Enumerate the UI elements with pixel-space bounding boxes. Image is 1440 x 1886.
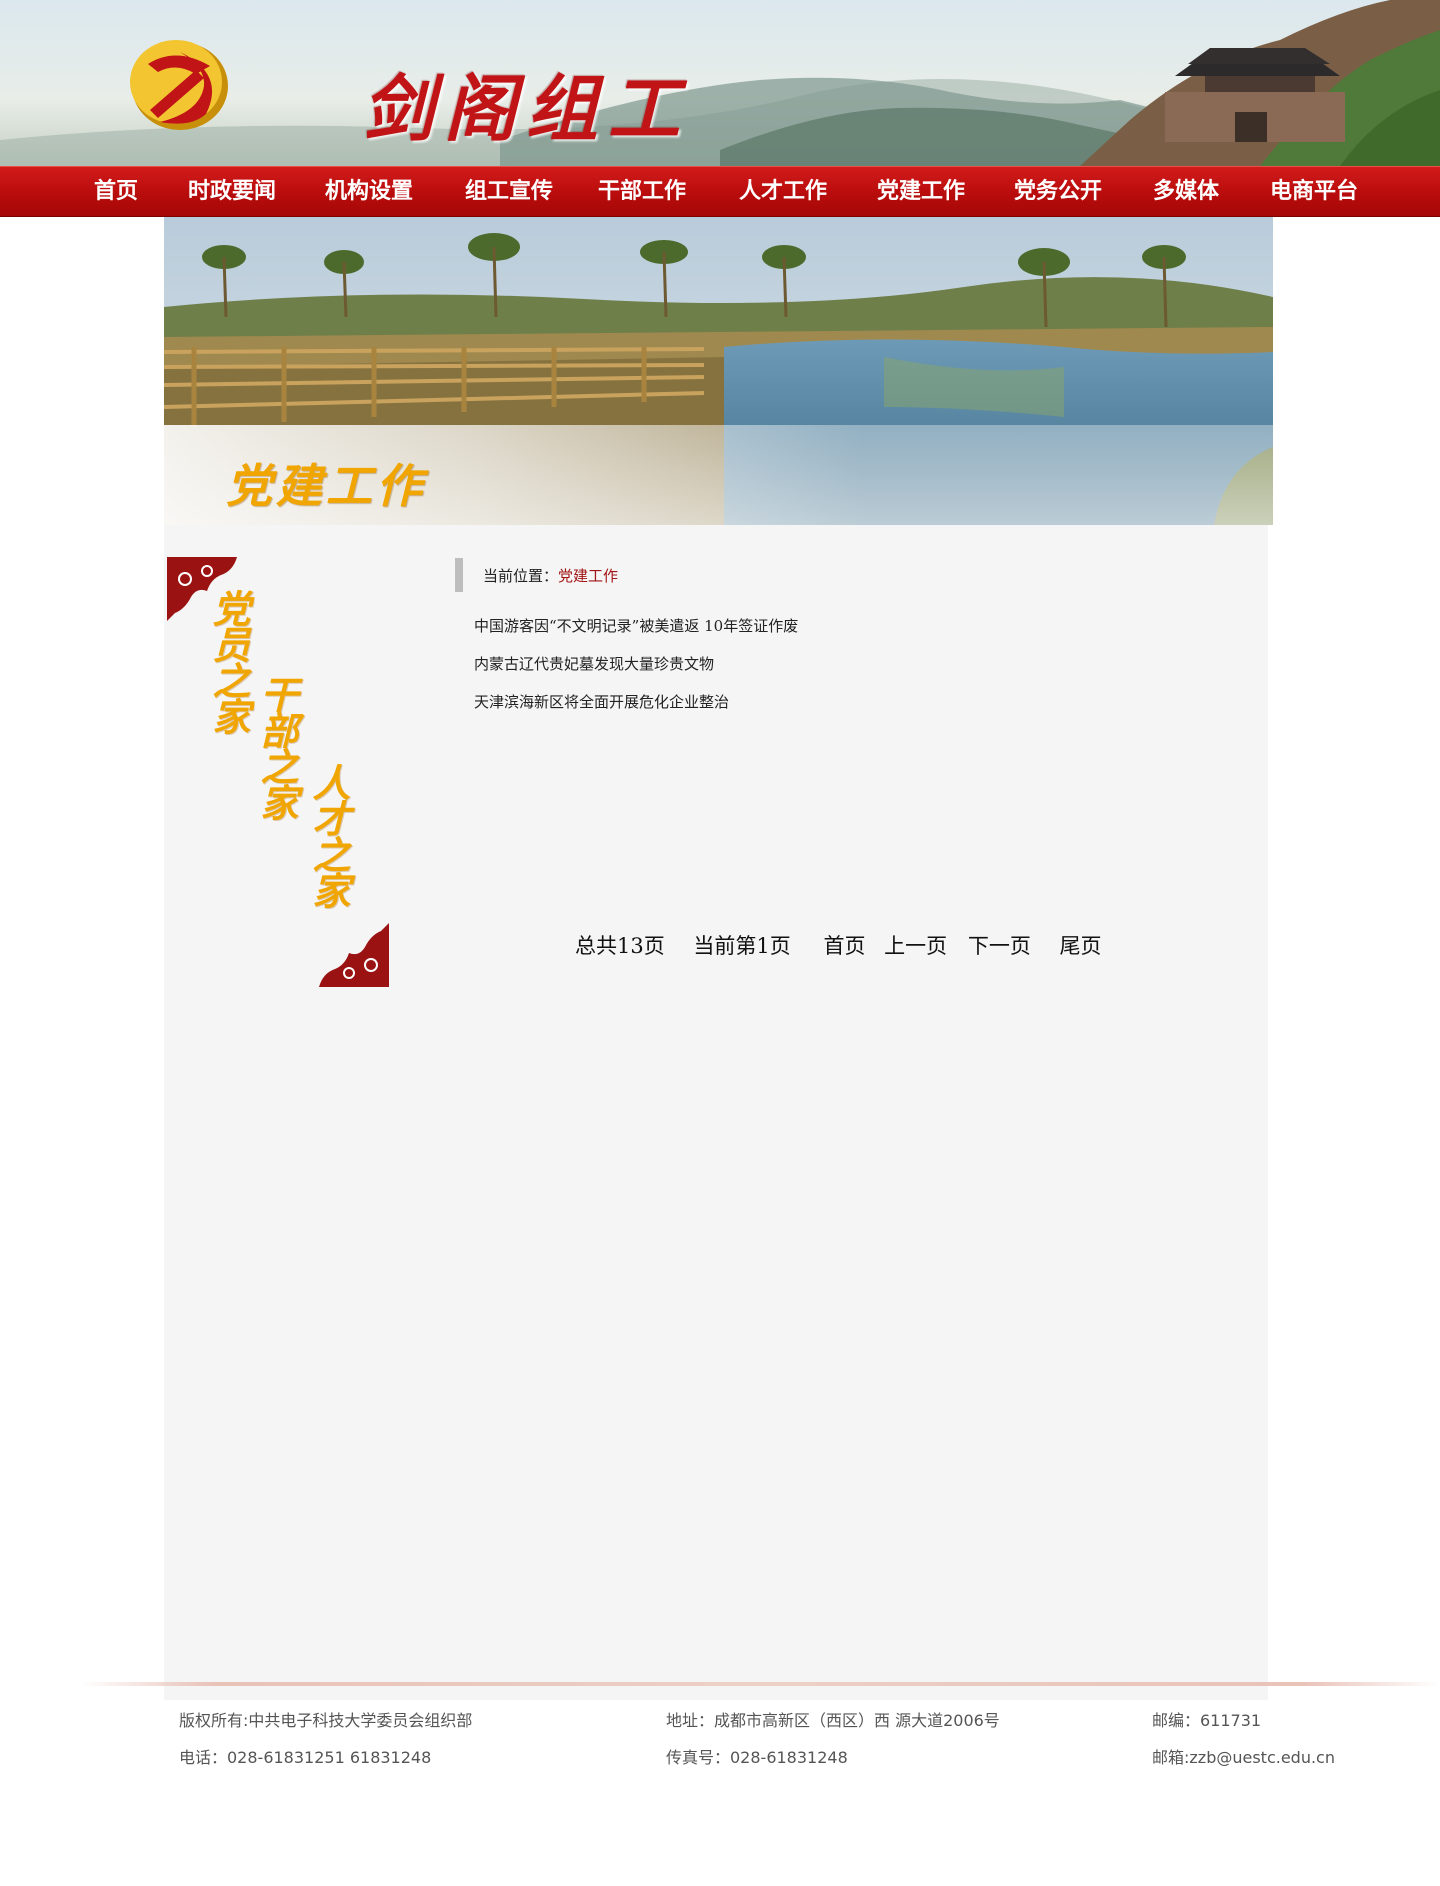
news-list-item[interactable]: 中国游客因“不文明记录”被美遣返 10年签证作废 (474, 607, 798, 645)
pagination: 总共13页 当前第1页 首页 上一页 下一页 尾页 (575, 930, 1102, 960)
pagination-current: 当前第1页 (693, 934, 791, 958)
pagination-prev-link[interactable]: 上一页 (884, 930, 947, 960)
footer-email[interactable]: 邮箱:zzb@uestc.edu.cn (1152, 1744, 1335, 1768)
site-title: 剑阁组工 (362, 66, 691, 151)
footer-copyright: 版权所有:中共电子科技大学委员会组织部 (179, 1711, 473, 1730)
footer-postcode: 邮编：611731 (1152, 1711, 1262, 1730)
nav-item-cadre-work[interactable]: 干部工作 (598, 177, 686, 207)
news-list-item[interactable]: 天津滨海新区将全面开展危化企业整治 (474, 683, 798, 721)
pagination-last-link[interactable]: 尾页 (1060, 930, 1102, 960)
footer-fax: 传真号：028-61831248 (666, 1748, 848, 1767)
footer-phone: 电话：028-61831251 61831248 (179, 1748, 432, 1767)
breadcrumb-current[interactable]: 党建工作 (558, 565, 618, 586)
pagination-first-link[interactable]: 首页 (823, 930, 865, 960)
main-content: 党员之家 干部之家 人才之家 当前位置： 党建工作 中国游客因“不文明记录”被美… (164, 525, 1268, 1700)
sidebar-phrase-cadres: 干部之家 (254, 675, 299, 819)
nav-item-publicity[interactable]: 组工宣传 (465, 177, 553, 207)
news-list-item[interactable]: 内蒙古辽代贵妃墓发现大量珍贵文物 (474, 645, 798, 683)
pagination-next-link[interactable]: 下一页 (968, 930, 1031, 960)
footer-address: 地址：成都市高新区（西区）西 源大道2006号 (666, 1711, 1000, 1730)
breadcrumb-marker (455, 558, 463, 592)
nav-item-party-building[interactable]: 党建工作 (877, 177, 965, 207)
breadcrumb: 当前位置： 党建工作 (455, 558, 618, 592)
nav-item-party-affairs[interactable]: 党务公开 (1014, 177, 1102, 207)
section-banner: 党建工作 (164, 217, 1273, 525)
sidebar-phrase-party-members: 党员之家 (206, 589, 251, 733)
nav-item-talent-work[interactable]: 人才工作 (739, 177, 827, 207)
site-header: 剑阁组工 (0, 0, 1440, 166)
nav-item-multimedia[interactable]: 多媒体 (1153, 177, 1219, 207)
nav-item-news[interactable]: 时政要闻 (188, 177, 276, 207)
nav-item-organization[interactable]: 机构设置 (325, 177, 413, 207)
sidebar-calligraphy: 党员之家 干部之家 人才之家 (167, 557, 389, 987)
breadcrumb-label: 当前位置： (483, 566, 559, 585)
pagination-total: 总共13页 (575, 934, 665, 958)
nav-item-home[interactable]: 首页 (94, 177, 138, 207)
footer-divider (80, 1682, 1440, 1686)
main-nav: 首页 时政要闻 机构设置 组工宣传 干部工作 人才工作 党建工作 党务公开 多媒… (0, 166, 1440, 217)
banner-caption: 党建工作 (226, 459, 426, 513)
header-landscape (0, 0, 1440, 166)
news-list: 中国游客因“不文明记录”被美遣返 10年签证作废 内蒙古辽代贵妃墓发现大量珍贵文… (474, 607, 798, 721)
sidebar-phrase-talents: 人才之家 (306, 763, 351, 907)
nav-item-ecommerce[interactable]: 电商平台 (1270, 177, 1358, 207)
